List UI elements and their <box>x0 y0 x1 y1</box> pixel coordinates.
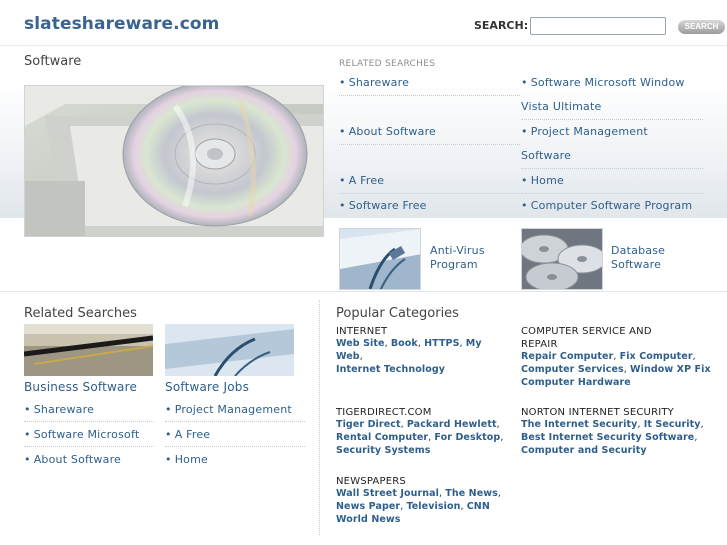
cat-link[interactable]: Best Internet Security Software <box>521 432 694 443</box>
rs-divider <box>24 446 154 447</box>
cat-link[interactable]: Television <box>406 501 460 512</box>
bottom-link-software-microsoft[interactable]: • Software Microsoft <box>24 428 139 441</box>
search-button[interactable]: SEARCH <box>678 20 725 34</box>
cat-link[interactable]: Book <box>391 338 418 349</box>
cat-link[interactable]: The News <box>445 488 498 499</box>
cat-link[interactable]: Internet Technology <box>336 364 445 375</box>
category-computer-service-links: Repair Computer, Fix Computer, Computer … <box>521 351 711 388</box>
software-jobs-image[interactable] <box>165 324 294 376</box>
cat-link[interactable]: It Security <box>644 419 701 430</box>
popular-categories-heading: Popular Categories <box>336 306 459 321</box>
cd-drive-image <box>24 85 324 237</box>
bottom-link-home[interactable]: • Home <box>165 453 208 466</box>
cat-link[interactable]: Computer Hardware <box>521 377 631 388</box>
cat-link[interactable]: Web Site <box>336 338 385 349</box>
bottom-link-a-free[interactable]: • A Free <box>165 428 210 441</box>
cat-link[interactable]: Packard Hewlett <box>407 419 497 430</box>
rs-divider <box>165 446 305 447</box>
rs-link-software-microsoft-window[interactable]: • Software Microsoft Window Vista Ultimat… <box>521 71 707 119</box>
cat-link[interactable]: Repair Computer <box>521 351 613 362</box>
cat-link[interactable]: Fix Computer <box>620 351 693 362</box>
software-jobs-link[interactable]: Software Jobs <box>165 380 249 394</box>
related-searches-title: RELATED SEARCHES <box>339 59 436 69</box>
search-input[interactable] <box>530 17 666 35</box>
cat-link[interactable]: CNN <box>467 501 490 512</box>
rs-link-about-software[interactable]: • About Software <box>339 120 436 144</box>
search-label: SEARCH: <box>474 19 529 32</box>
cat-link[interactable]: For Desktop <box>434 432 500 443</box>
category-internet-links: Web Site, Book, HTTPS, My Web, Internet … <box>336 338 482 375</box>
database-thumbnail[interactable] <box>521 228 603 290</box>
antivirus-thumbnail[interactable] <box>339 228 421 290</box>
cat-link[interactable]: Window XP Fix <box>630 364 711 375</box>
column-divider <box>319 300 320 535</box>
category-tigerdirect-links: Tiger Direct, Packard Hewlett, Rental Co… <box>336 419 504 456</box>
cat-link[interactable]: Rental Computer <box>336 432 428 443</box>
category-norton-links: The Internet Security, It Security, Best… <box>521 419 704 456</box>
site-logo[interactable]: slateshareware.com <box>24 14 220 34</box>
cat-link[interactable]: Computer Services <box>521 364 624 375</box>
rs-link-a-free[interactable]: • A Free <box>339 169 384 193</box>
rs-link-project-management[interactable]: • Project Management Software <box>521 120 701 168</box>
related-searches-heading: Related Searches <box>24 306 137 321</box>
category-newspapers-links: Wall Street Journal, The News, News Pape… <box>336 488 502 525</box>
database-link[interactable]: Database Software <box>611 244 665 272</box>
section-divider <box>0 291 727 292</box>
bottom-link-about-software[interactable]: • About Software <box>24 453 121 466</box>
cat-link[interactable]: World News <box>336 514 401 525</box>
antivirus-link[interactable]: Anti-Virus Program <box>430 244 485 272</box>
rs-link-shareware[interactable]: • Shareware <box>339 71 409 95</box>
cat-link[interactable]: News Paper <box>336 501 400 512</box>
rs-link-computer-software-program[interactable]: • Computer Software Program <box>521 194 692 218</box>
business-software-link[interactable]: Business Software <box>24 380 137 394</box>
cat-link[interactable]: HTTPS <box>424 338 459 349</box>
rs-link-home[interactable]: • Home <box>521 169 564 193</box>
business-software-image[interactable] <box>24 324 153 376</box>
header: slateshareware.com SEARCH: SEARCH <box>0 0 727 46</box>
rs-divider <box>165 421 305 422</box>
cat-link[interactable]: The Internet Security <box>521 419 637 430</box>
page-title: Software <box>24 54 82 69</box>
bottom-link-shareware[interactable]: • Shareware <box>24 403 94 416</box>
category-computer-service-title: COMPUTER SERVICE AND REPAIR <box>521 326 652 350</box>
bottom-link-project-management[interactable]: • Project Management <box>165 403 292 416</box>
cat-link[interactable]: Computer and Security <box>521 445 647 456</box>
rs-link-software-free[interactable]: • Software Free <box>339 194 427 218</box>
cat-link[interactable]: Wall Street Journal <box>336 488 439 499</box>
rs-divider <box>339 144 520 145</box>
rs-divider <box>339 95 520 96</box>
cat-link[interactable]: Security Systems <box>336 445 431 456</box>
cat-link[interactable]: Tiger Direct <box>336 419 401 430</box>
rs-divider <box>24 421 154 422</box>
